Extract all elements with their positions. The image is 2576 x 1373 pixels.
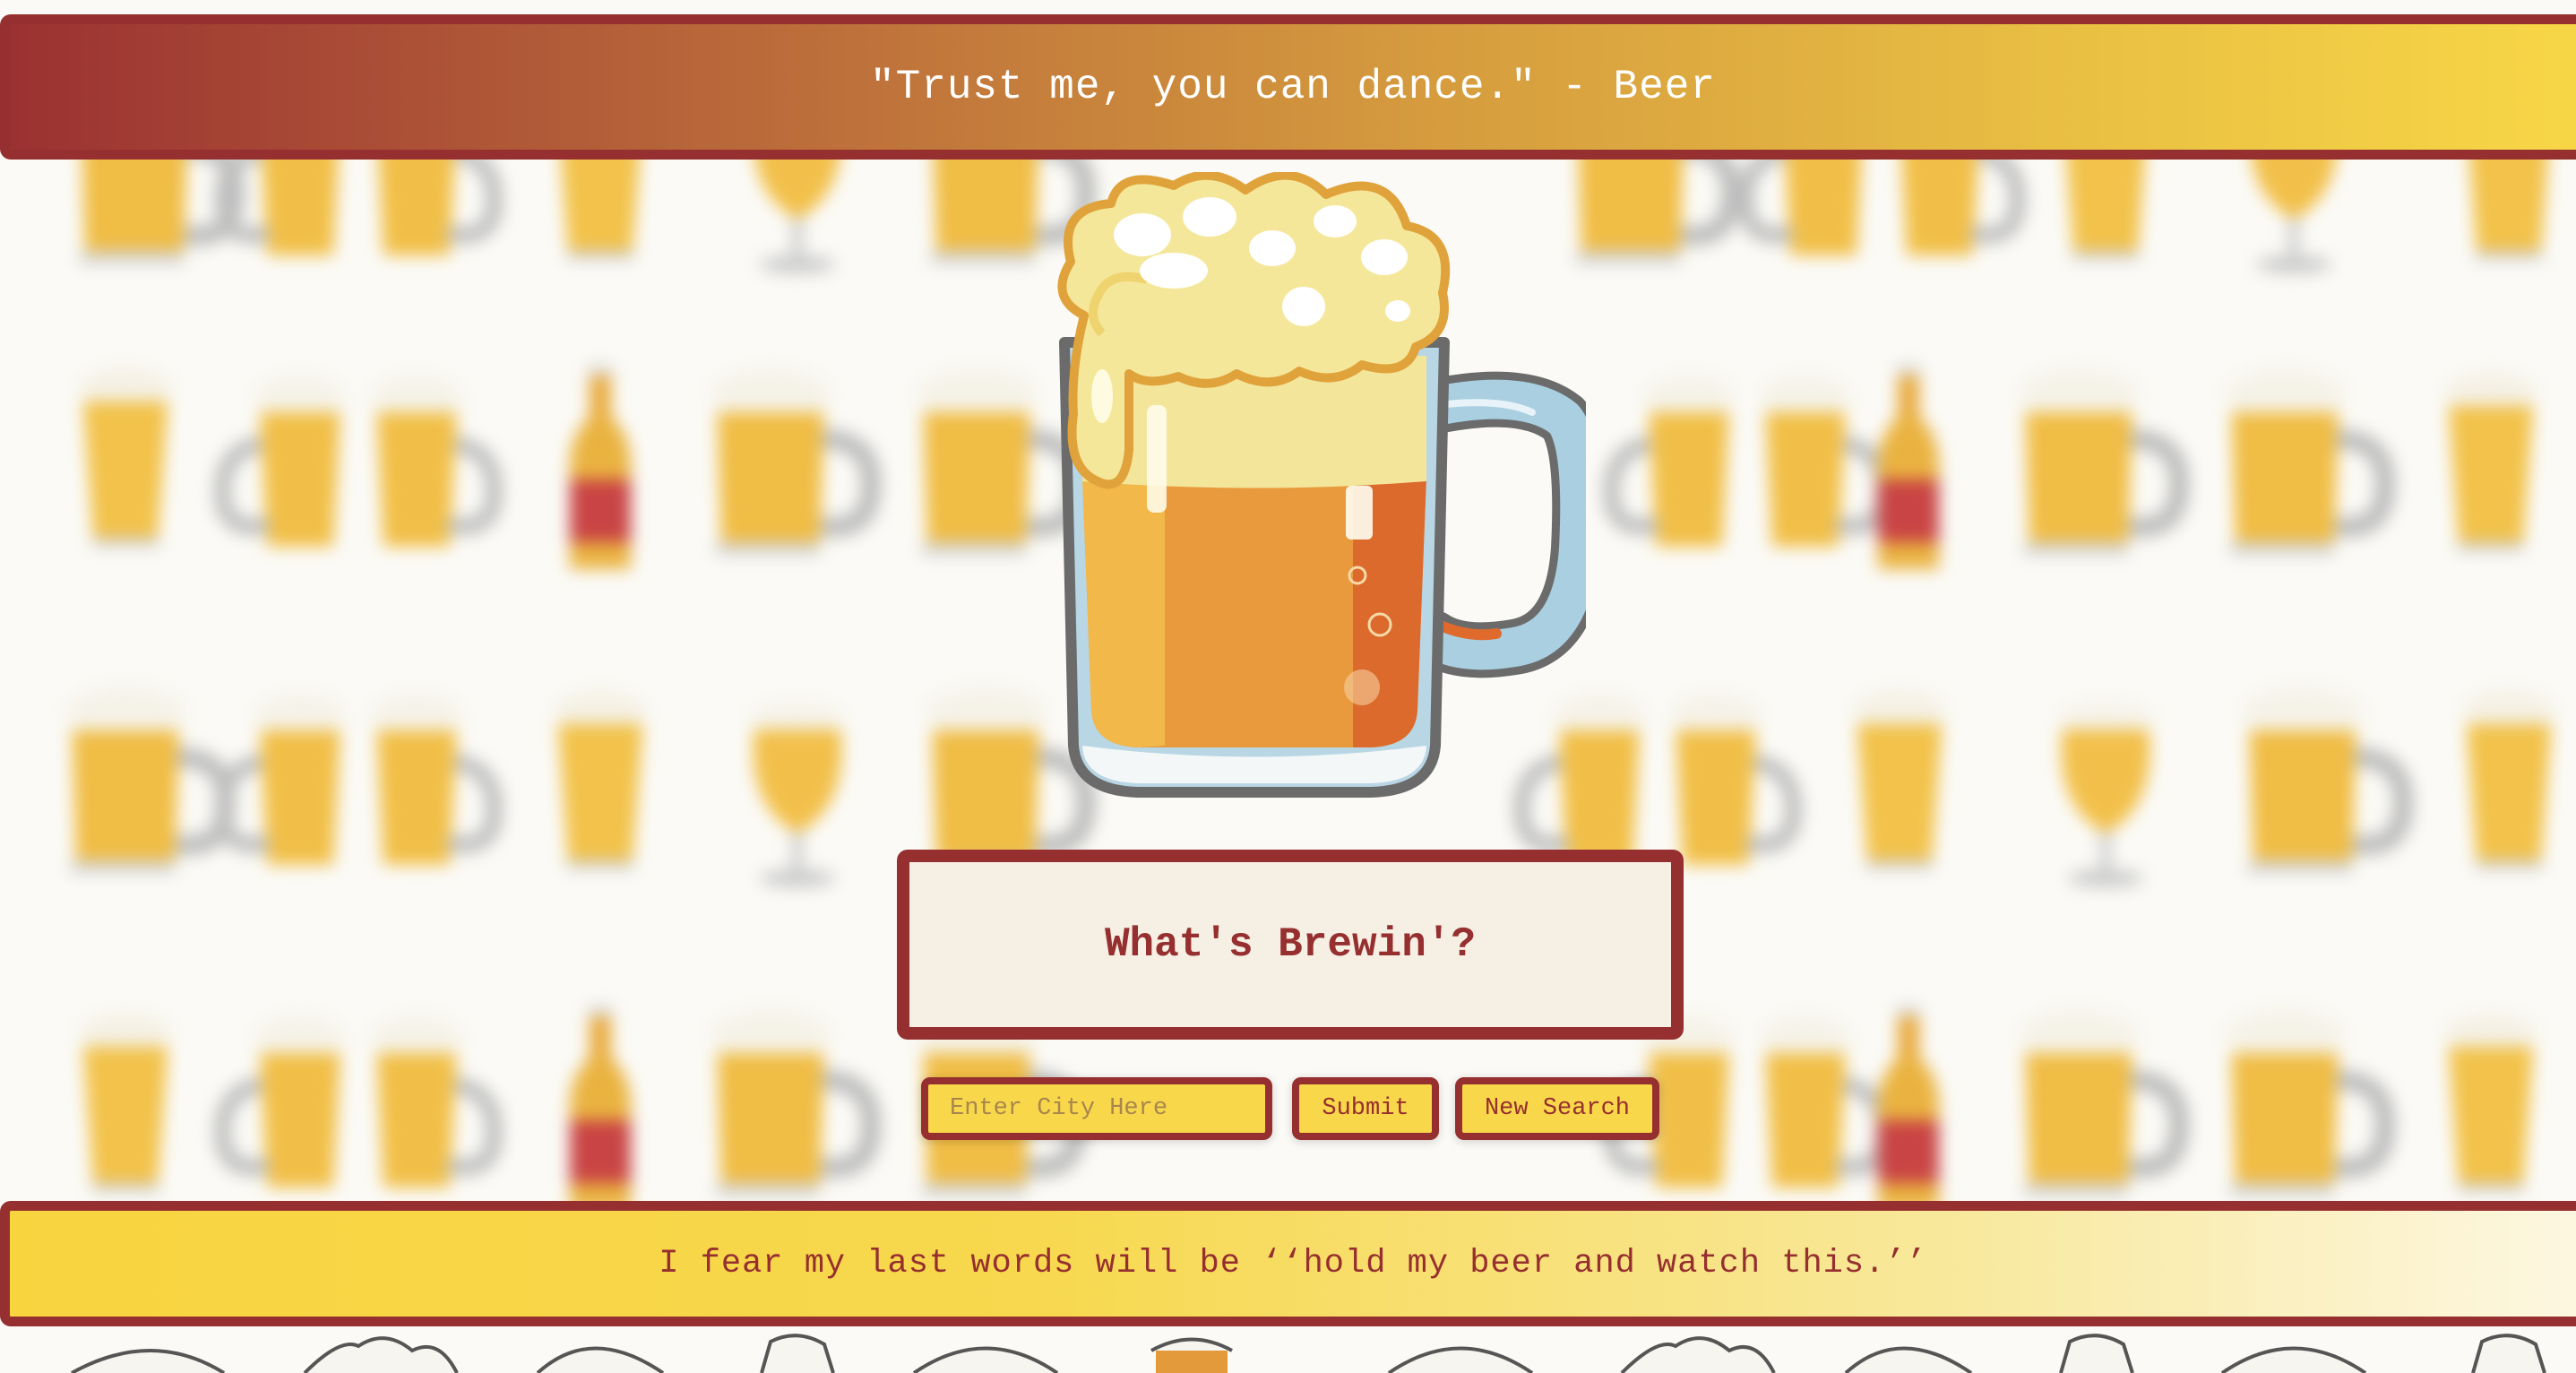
beer-mug-icon [1057, 172, 1586, 798]
header-quote-text: "Trust me, you can dance." - Beer [870, 64, 1716, 110]
footer-quote-banner: I fear my last words will be ‘‘hold my b… [0, 1201, 2576, 1326]
new-search-button[interactable]: New Search [1455, 1077, 1659, 1140]
page-title: What's Brewin'? [1104, 921, 1477, 968]
footer-quote-text: I fear my last words will be ‘‘hold my b… [659, 1245, 1927, 1282]
city-search-input[interactable] [921, 1077, 1272, 1140]
submit-button[interactable]: Submit [1292, 1077, 1439, 1140]
beer-wallpaper-strip [71, 1334, 2546, 1373]
title-card: What's Brewin'? [897, 850, 1684, 1040]
header-quote-banner: "Trust me, you can dance." - Beer [0, 14, 2576, 160]
